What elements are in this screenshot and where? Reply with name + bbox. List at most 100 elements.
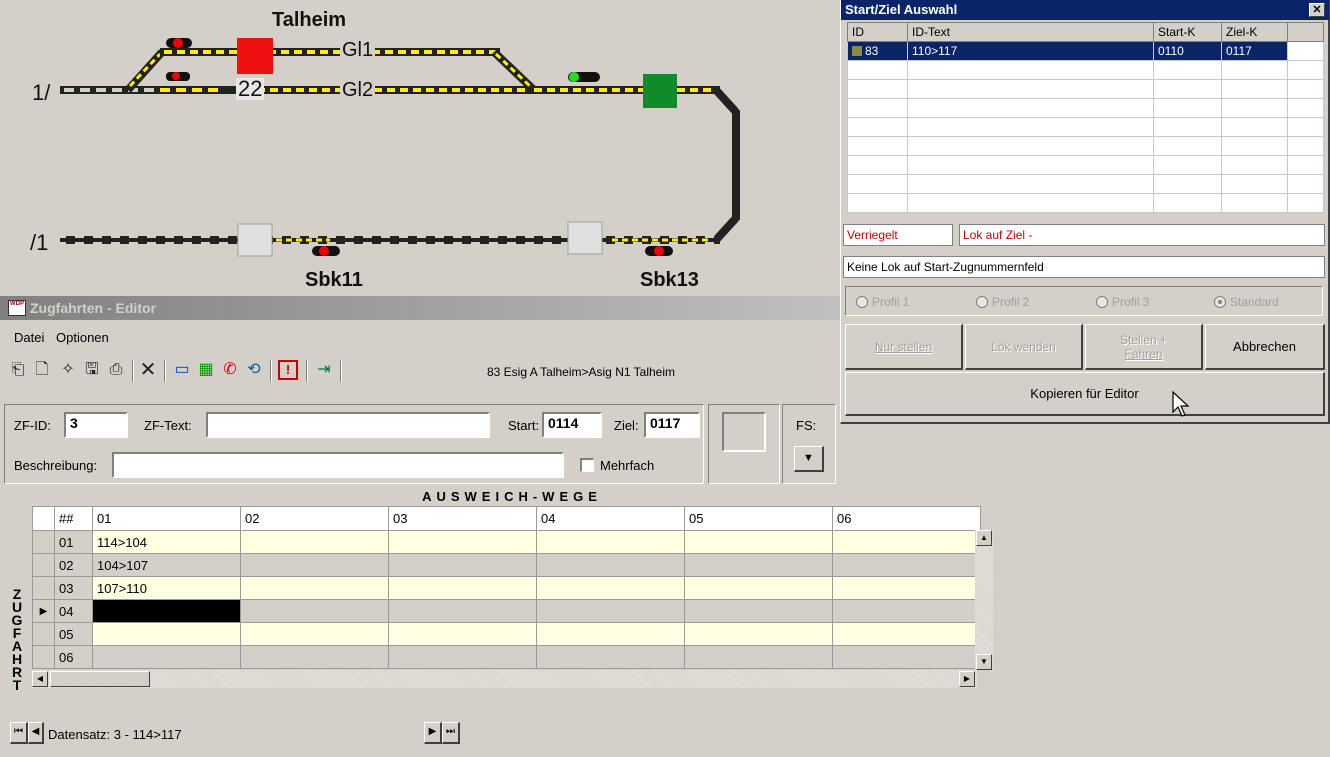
scroll-thumb[interactable] [50, 671, 150, 687]
beschreibung-input[interactable] [112, 452, 564, 478]
first-record-icon[interactable]: ⎗ [8, 360, 28, 380]
table-row[interactable]: 03 107>110 [32, 576, 981, 600]
grid-cell[interactable] [684, 599, 833, 623]
grid-cell[interactable]: 107>110 [92, 576, 241, 600]
wizard-icon[interactable]: ✧ [58, 360, 78, 380]
list-cell-start[interactable]: 0110 [1153, 41, 1222, 61]
table-row[interactable]: 06 [32, 645, 981, 669]
grid-cell[interactable] [240, 599, 389, 623]
list-item[interactable] [847, 155, 1324, 175]
table-row[interactable]: 02 104>107 [32, 553, 981, 577]
editor-titlebar[interactable]: WDP Zugfahrten - Editor [0, 296, 840, 320]
grid-icon[interactable]: ▦ [196, 360, 216, 380]
grid-cell[interactable] [832, 530, 981, 554]
column-header[interactable]: 04 [536, 506, 685, 531]
grid-cell[interactable] [832, 645, 981, 669]
abbrechen-button[interactable]: Abbrechen [1205, 324, 1325, 370]
grid-cell[interactable] [536, 645, 685, 669]
save-icon[interactable]: 🖫 [82, 360, 102, 380]
horizontal-scrollbar[interactable]: ◀ ▶ [32, 670, 977, 688]
signal-icon[interactable] [645, 246, 673, 256]
list-cell-text[interactable]: 110>117 [907, 41, 1154, 61]
column-header[interactable]: 02 [240, 506, 389, 531]
refresh-icon[interactable]: ⟲ [244, 360, 264, 380]
signal-icon[interactable] [166, 38, 192, 48]
nur-stellen-button[interactable]: Nur stellen [845, 324, 963, 370]
stellen-fahren-button[interactable]: Stellen + Fahren [1085, 324, 1203, 370]
grid-cell[interactable] [536, 553, 685, 577]
grid-cell[interactable] [536, 530, 685, 554]
column-header[interactable]: 03 [388, 506, 537, 531]
scroll-up-icon[interactable]: ▲ [976, 530, 992, 546]
grid-cell[interactable] [536, 622, 685, 646]
grid-cell[interactable] [388, 576, 537, 600]
grid-cell[interactable]: 104>107 [92, 553, 241, 577]
kopieren-button[interactable]: Kopieren für Editor [845, 372, 1325, 416]
next-record-button[interactable]: ▶ [424, 722, 442, 744]
column-header[interactable]: ID [847, 22, 908, 42]
exit-icon[interactable]: ⇥ [314, 360, 334, 380]
grid-cell[interactable] [240, 530, 389, 554]
close-icon[interactable]: ✕ [1309, 3, 1325, 17]
grid-cell[interactable] [684, 530, 833, 554]
column-header[interactable]: ## [54, 506, 93, 531]
grid-cell[interactable] [684, 622, 833, 646]
scroll-down-icon[interactable]: ▼ [976, 654, 992, 670]
vertical-scrollbar[interactable]: ▲ ▼ [975, 530, 993, 670]
grid-cell[interactable] [92, 622, 241, 646]
window-icon[interactable]: ▭ [172, 360, 192, 380]
table-row[interactable]: 01 114>104 [32, 530, 981, 554]
signal-icon[interactable] [312, 246, 340, 256]
green-signal-block[interactable] [643, 74, 677, 108]
list-item[interactable]: 83 110>117 0110 0117 [847, 41, 1324, 61]
column-header[interactable]: 05 [684, 506, 833, 531]
block-right-bottom[interactable] [567, 221, 603, 255]
color-preview[interactable] [722, 412, 766, 452]
list-item[interactable] [847, 174, 1324, 194]
profile-radio-standard[interactable]: Standard [1214, 295, 1279, 309]
grid-cell[interactable]: 114>104 [92, 530, 241, 554]
grid-cell[interactable] [832, 576, 981, 600]
profile-radio-3[interactable]: Profil 3 [1096, 295, 1149, 309]
grid-cell[interactable] [92, 645, 241, 669]
table-row[interactable]: ▶ 04 [32, 599, 981, 623]
list-item[interactable] [847, 136, 1324, 156]
list-item[interactable] [847, 193, 1324, 213]
profile-radio-1[interactable]: Profil 1 [856, 295, 909, 309]
scroll-right-icon[interactable]: ▶ [959, 671, 975, 687]
grid-cell[interactable] [240, 645, 389, 669]
list-cell-id[interactable]: 83 [847, 41, 908, 61]
signal-icon[interactable] [568, 72, 600, 82]
signal-icon[interactable] [166, 72, 190, 81]
column-header[interactable]: 01 [92, 506, 241, 531]
red-signal-block[interactable] [237, 38, 273, 74]
zf-id-field[interactable]: 3 [64, 412, 128, 438]
menu-datei[interactable]: Datei [14, 330, 44, 345]
ziel-field[interactable]: 0117 [644, 412, 700, 438]
dialog-titlebar[interactable]: Start/Ziel Auswahl ✕ [841, 0, 1329, 20]
grid-cell[interactable] [684, 576, 833, 600]
grid-cell[interactable] [388, 553, 537, 577]
last-record-button[interactable]: ⏭ [442, 722, 460, 744]
grid-cell[interactable] [388, 599, 537, 623]
zf-text-input[interactable] [206, 412, 490, 438]
list-item[interactable] [847, 60, 1324, 80]
column-header[interactable]: Ziel-K [1221, 22, 1288, 42]
first-record-button[interactable]: ⏮ [10, 722, 28, 744]
print-icon[interactable]: ⎙ [106, 360, 126, 380]
grid-cell[interactable] [832, 553, 981, 577]
profile-radio-2[interactable]: Profil 2 [976, 295, 1029, 309]
grid-cell[interactable] [536, 576, 685, 600]
grid-cell[interactable] [240, 576, 389, 600]
grid-cell[interactable] [388, 645, 537, 669]
table-row[interactable]: 05 [32, 622, 981, 646]
list-item[interactable] [847, 117, 1324, 137]
grid-cell[interactable] [240, 622, 389, 646]
signal-tool-icon[interactable]: ✆ [220, 360, 240, 380]
list-cell-ziel[interactable]: 0117 [1221, 41, 1288, 61]
grid-cell-selected[interactable] [92, 599, 241, 623]
mehrfach-checkbox[interactable] [580, 458, 594, 472]
list-item[interactable] [847, 98, 1324, 118]
grid-cell[interactable] [684, 553, 833, 577]
grid-cell[interactable] [388, 530, 537, 554]
